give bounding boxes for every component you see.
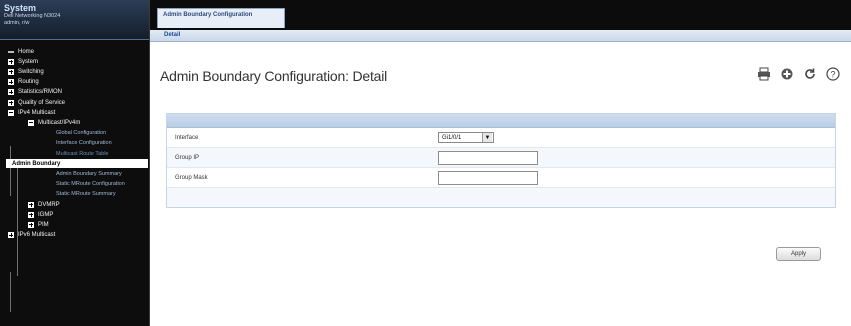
collapse-icon[interactable] xyxy=(8,109,14,116)
sidebar-item-label: System xyxy=(18,58,39,65)
tab-admin-boundary-configuration[interactable]: Admin Boundary Configuration xyxy=(157,8,285,28)
collapse-icon[interactable] xyxy=(28,119,34,126)
detail-form-panel: Interface Gi1/0/1 ▼ Group IP Group Mask xyxy=(166,113,836,208)
sidebar-item-label: Admin Boundary xyxy=(12,160,61,167)
tab-label: Admin Boundary Configuration xyxy=(163,12,253,18)
sidebar-item-admin-boundary-summary[interactable]: Admin Boundary Summary xyxy=(56,169,122,178)
panel-header xyxy=(167,114,835,128)
group-mask-field[interactable] xyxy=(438,170,538,185)
sidebar-item-routing[interactable]: Routing xyxy=(8,78,39,87)
tree-connector xyxy=(17,168,18,276)
top-bar: Admin Boundary Configuration xyxy=(150,0,851,30)
sidebar-item-label: DVMRP xyxy=(38,201,60,208)
expand-icon[interactable] xyxy=(8,68,14,75)
nav-tree: Home System Switching Routing Statistics/RMO… xyxy=(0,40,149,326)
sidebar-item-label: Global Configuration xyxy=(56,130,107,137)
sidebar-item-static-mroute-summary[interactable]: Static MRoute Summary xyxy=(56,190,116,199)
sidebar-item-label: Static MRoute Summary xyxy=(56,191,116,198)
sidebar-item-home[interactable]: Home xyxy=(8,47,34,56)
sidebar-item-label: IPv4 Multicast xyxy=(18,109,56,116)
user-info: admin, r/w xyxy=(4,20,30,26)
sidebar-item-label: Routing xyxy=(18,79,39,86)
brand-header: System Dell Networking N3024 admin, r/w xyxy=(0,0,149,40)
sidebar-item-ipv4-multicast[interactable]: IPv4 Multicast xyxy=(8,108,55,117)
expand-icon[interactable] xyxy=(28,221,34,228)
detail-link[interactable]: Detail xyxy=(164,32,180,38)
interface-select[interactable]: Gi1/0/1 ▼ xyxy=(438,132,494,143)
sidebar-item-label: Static MRoute Configuration xyxy=(56,181,125,188)
chevron-down-icon[interactable]: ▼ xyxy=(482,133,492,142)
device-name: Dell Networking N3024 xyxy=(4,13,61,19)
apply-button[interactable]: Apply xyxy=(776,247,821,261)
add-icon[interactable] xyxy=(779,66,795,82)
interface-row: Interface Gi1/0/1 ▼ xyxy=(167,128,835,148)
expand-icon[interactable] xyxy=(8,79,14,86)
sidebar-item-label: Interface Configuration xyxy=(56,140,112,147)
expand-icon[interactable] xyxy=(28,211,34,218)
sidebar-item-label: PIM xyxy=(38,221,49,228)
sidebar-item-label: Quality of Service xyxy=(18,99,66,106)
expand-icon[interactable] xyxy=(8,232,14,239)
sidebar-item-multicast-ipv4m[interactable]: Multicast/IPv4m xyxy=(28,118,80,127)
tree-bullet-icon xyxy=(8,50,14,53)
sidebar-item-system[interactable]: System xyxy=(8,57,38,66)
sidebar-item-switching[interactable]: Switching xyxy=(8,67,44,76)
page-title: Admin Boundary Configuration: Detail xyxy=(160,68,388,84)
sidebar-item-label: Home xyxy=(18,48,35,55)
sidebar-item-label: IGMP xyxy=(38,211,54,218)
sidebar-item-label: IPv6 Multicast xyxy=(18,232,56,239)
expand-icon[interactable] xyxy=(8,58,14,65)
sidebar-item-label: Multicast Route Table xyxy=(56,150,109,157)
sidebar-item-ipv6-multicast[interactable]: IPv6 Multicast xyxy=(8,231,55,240)
print-icon[interactable] xyxy=(756,66,772,82)
sidebar-item-static-mroute-configuration[interactable]: Static MRoute Configuration xyxy=(56,180,125,189)
sidebar-item-statistics-rmon[interactable]: Statistics/RMON xyxy=(8,88,62,97)
group-ip-row: Group IP xyxy=(167,148,835,168)
navigation-sidebar: System Dell Networking N3024 admin, r/w … xyxy=(0,0,150,326)
help-icon[interactable]: ? xyxy=(825,66,841,82)
group-ip-label: Group IP xyxy=(175,154,200,161)
brand-title: System xyxy=(4,3,37,13)
refresh-icon[interactable] xyxy=(802,66,818,82)
sidebar-item-dvmrp[interactable]: DVMRP xyxy=(28,200,60,209)
interface-value: Gi1/0/1 xyxy=(442,134,462,141)
form-rows: Interface Gi1/0/1 ▼ Group IP Group Mask xyxy=(167,128,835,188)
sidebar-item-igmp[interactable]: IGMP xyxy=(28,210,53,219)
sidebar-item-label: Admin Boundary Summary xyxy=(56,170,122,177)
sidebar-item-interface-configuration[interactable]: Interface Configuration xyxy=(56,139,112,148)
sidebar-item-label: Switching xyxy=(18,68,44,75)
sidebar-item-global-configuration[interactable]: Global Configuration xyxy=(56,129,106,138)
sidebar-item-label: Statistics/RMON xyxy=(18,89,63,96)
sidebar-item-pim[interactable]: PIM xyxy=(28,220,49,229)
page-toolbar: ? xyxy=(756,66,841,82)
sidebar-item-admin-boundary[interactable]: Admin Boundary xyxy=(6,159,148,169)
svg-text:?: ? xyxy=(830,70,835,80)
group-mask-label: Group Mask xyxy=(175,174,208,181)
sidebar-item-quality-of-service[interactable]: Quality of Service xyxy=(8,98,65,107)
expand-icon[interactable] xyxy=(8,99,14,106)
sidebar-item-multicast-route-table[interactable]: Multicast Route Table xyxy=(56,149,108,158)
sub-navigation-bar: Detail xyxy=(150,30,851,42)
sidebar-item-label: Multicast/IPv4m xyxy=(38,119,81,126)
group-ip-field[interactable] xyxy=(438,150,538,165)
interface-label: Interface xyxy=(175,134,199,141)
expand-icon[interactable] xyxy=(28,201,34,208)
expand-icon[interactable] xyxy=(8,89,14,96)
group-mask-row: Group Mask xyxy=(167,168,835,188)
tree-connector xyxy=(10,146,11,196)
tree-connector xyxy=(10,272,11,312)
